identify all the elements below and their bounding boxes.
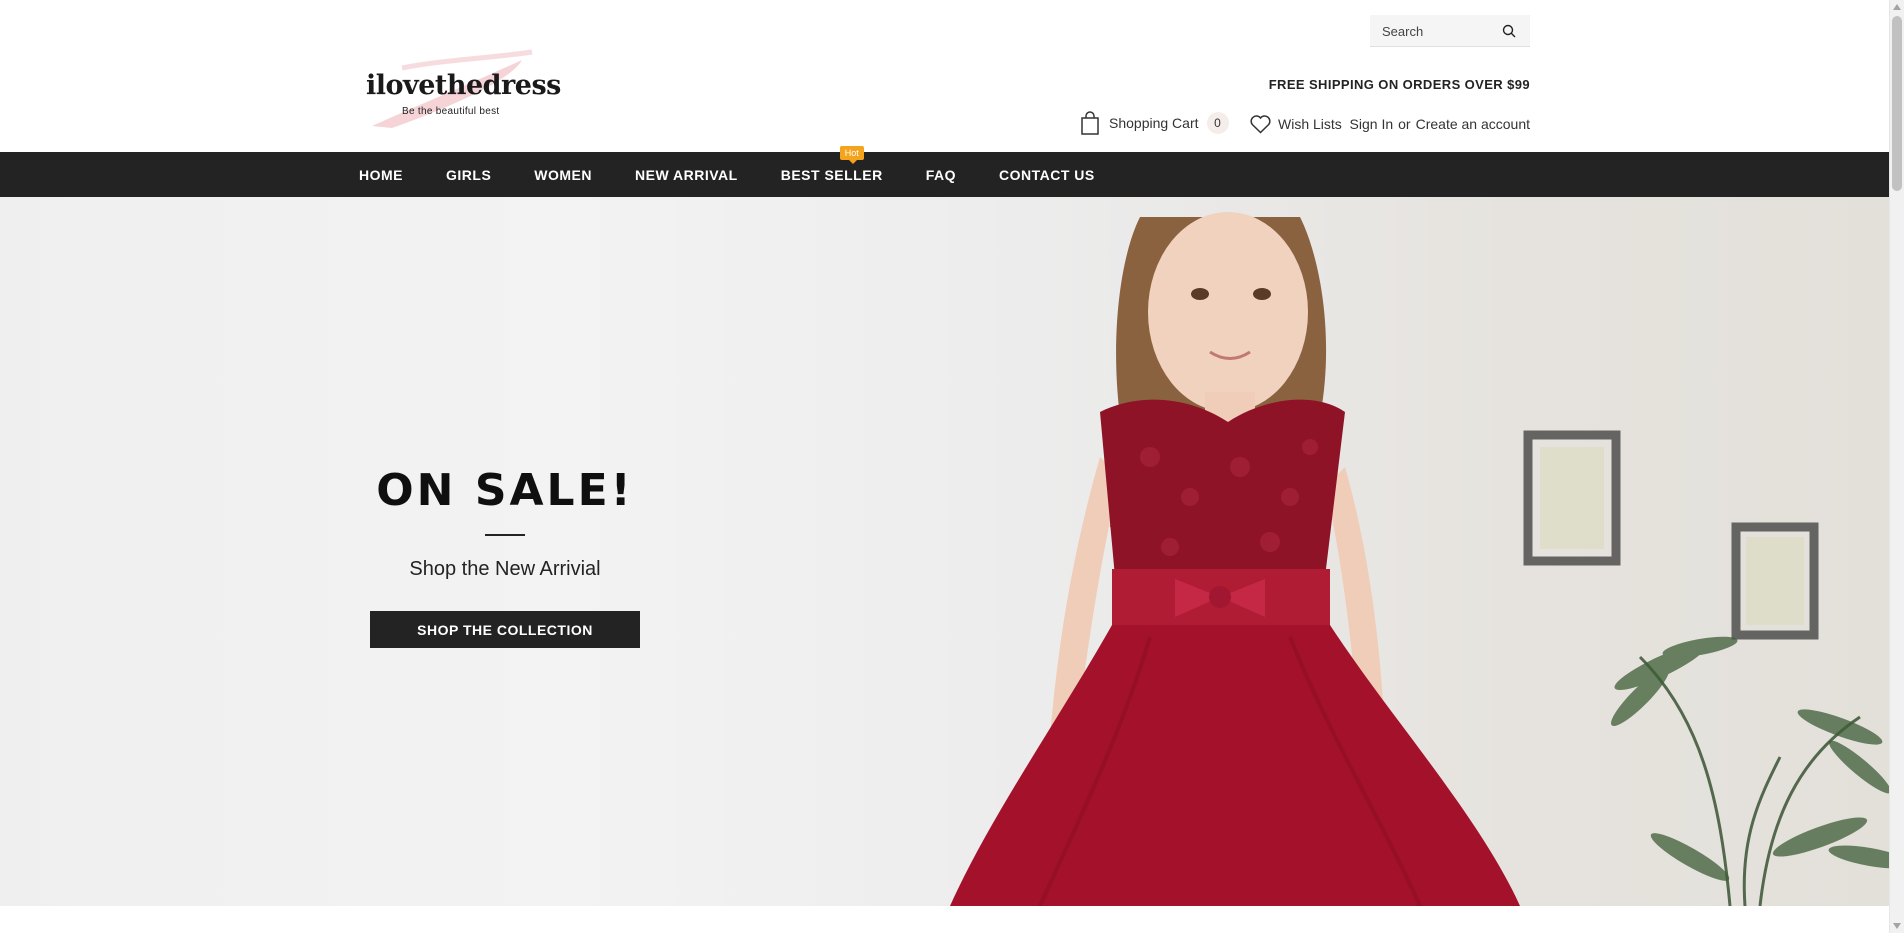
search-icon[interactable] <box>1502 24 1516 38</box>
cart-label: Shopping Cart <box>1109 115 1199 131</box>
hero-divider <box>485 534 525 536</box>
nav-link-women[interactable]: WOMEN <box>534 167 592 183</box>
page-scrollbar[interactable] <box>1889 0 1904 933</box>
nav-item-new-arrival: NEW ARRIVAL <box>635 152 738 197</box>
hero-title: ON SALE! <box>376 465 634 516</box>
scroll-down-arrow-icon[interactable] <box>1893 923 1901 929</box>
nav-link-contact-us[interactable]: CONTACT US <box>999 167 1095 183</box>
logo-text: ilovethedress <box>366 70 561 101</box>
hero-subtitle: Shop the New Arrivial <box>409 558 601 580</box>
scrollbar-thumb[interactable] <box>1892 16 1902 191</box>
search-box <box>1370 15 1530 47</box>
shop-collection-button[interactable]: SHOP THE COLLECTION <box>370 611 640 648</box>
hero-text-block: ON SALE! Shop the New Arrivial <box>370 465 640 581</box>
nav-item-best-seller: Hot BEST SELLER <box>781 146 883 197</box>
search-input[interactable] <box>1370 15 1500 47</box>
hero-banner: ON SALE! Shop the New Arrivial SHOP THE … <box>0 197 1889 906</box>
nav-link-best-seller[interactable]: BEST SELLER <box>781 167 883 183</box>
shopping-bag-icon <box>1081 111 1099 135</box>
scroll-up-arrow-icon[interactable] <box>1893 4 1901 10</box>
wish-lists-link[interactable]: Wish Lists <box>1250 112 1342 136</box>
free-shipping-banner: FREE SHIPPING ON ORDERS OVER $99 <box>1268 77 1530 92</box>
nav-link-faq[interactable]: FAQ <box>926 167 956 183</box>
nav-link-new-arrival[interactable]: NEW ARRIVAL <box>635 167 738 183</box>
cart-count-badge: 0 <box>1206 112 1229 134</box>
nav-item-women: WOMEN <box>534 152 592 197</box>
nav-item-faq: FAQ <box>926 152 956 197</box>
site-logo[interactable]: ilovethedress Be the beautiful best <box>362 48 562 132</box>
nav-link-home[interactable]: HOME <box>359 167 403 183</box>
hot-badge: Hot <box>839 146 864 164</box>
main-navigation: HOME GIRLS WOMEN NEW ARRIVAL Hot BEST SE… <box>0 146 1889 197</box>
account-or-text: or <box>1398 116 1411 132</box>
nav-item-home: HOME <box>359 152 403 197</box>
nav-item-girls: GIRLS <box>446 152 491 197</box>
logo-tagline: Be the beautiful best <box>402 106 500 117</box>
account-links: Sign In or Create an account <box>1350 116 1530 132</box>
create-account-link[interactable]: Create an account <box>1416 116 1530 132</box>
shopping-cart-link[interactable]: Shopping Cart 0 <box>1080 110 1229 136</box>
heart-icon <box>1250 114 1271 134</box>
site-header: ilovethedress Be the beautiful best FREE… <box>0 0 1889 152</box>
wish-lists-label: Wish Lists <box>1278 116 1342 132</box>
nav-item-contact-us: CONTACT US <box>999 152 1095 197</box>
nav-link-girls[interactable]: GIRLS <box>446 167 491 183</box>
sign-in-link[interactable]: Sign In <box>1350 116 1394 132</box>
hero-image <box>950 212 1889 906</box>
